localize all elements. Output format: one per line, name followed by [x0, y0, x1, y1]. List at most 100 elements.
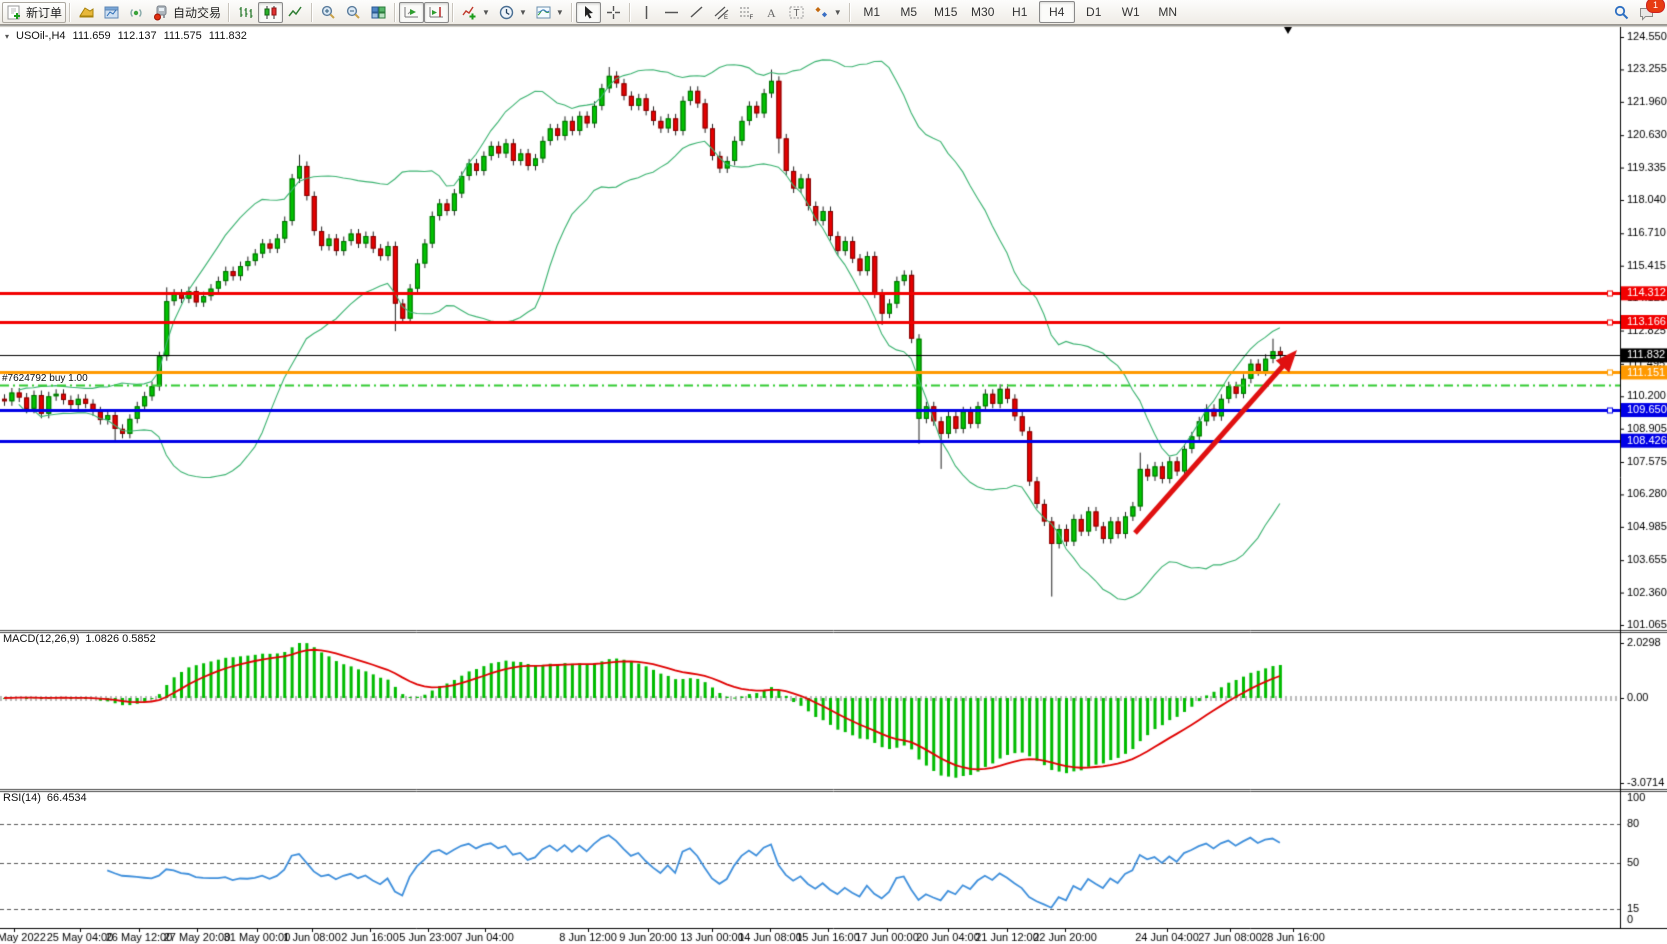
toolbar-separator	[394, 3, 396, 22]
rsi-value: 66.4534	[47, 792, 87, 804]
chart-title: ▾ USOil-,H4 111.659 112.137 111.575 111.…	[5, 30, 247, 42]
auto-scroll-icon	[403, 4, 420, 21]
tile-windows-button[interactable]	[366, 2, 391, 23]
zoom-in-button[interactable]	[316, 2, 341, 23]
navigator-icon	[103, 4, 120, 21]
macd-panel-divider[interactable]	[0, 628, 1667, 633]
templates-icon	[535, 4, 552, 21]
macd-indicator-label: MACD(12,26,9) 1.0826 0.5852	[3, 633, 156, 645]
market-watch-button[interactable]	[74, 2, 99, 23]
notification-count-badge[interactable]: 1	[1646, 0, 1665, 13]
timeframe-toolbar: M1M5M15M30H1H4D1W1MN	[854, 1, 1186, 23]
auto-scroll-button[interactable]	[399, 2, 424, 23]
mt4-window: 新订单 自动交易	[0, 0, 1667, 944]
toolbar-separator	[849, 3, 851, 22]
autotrading-label: 自动交易	[173, 4, 221, 21]
templates-button[interactable]: ▼	[531, 2, 568, 23]
rsi-name: RSI(14)	[3, 792, 41, 804]
vertical-line-button[interactable]	[634, 2, 659, 23]
autotrading-icon	[153, 4, 170, 21]
new-order-button[interactable]: 新订单	[2, 2, 66, 23]
autotrading-button[interactable]: 自动交易	[149, 2, 225, 23]
fibonacci-icon: F	[738, 4, 755, 21]
chevron-down-icon: ▼	[834, 8, 842, 17]
indicators-button[interactable]: ▼	[457, 2, 494, 23]
macd-name: MACD(12,26,9)	[3, 633, 79, 645]
chevron-down-icon: ▼	[556, 8, 564, 17]
navigator-button[interactable]	[99, 2, 124, 23]
text-button[interactable]: A	[759, 2, 784, 23]
arrows-shapes-icon	[813, 4, 830, 21]
market-watch-icon	[78, 4, 95, 21]
zoom-in-icon	[320, 4, 337, 21]
tab-timeframe-MN[interactable]: MN	[1150, 1, 1186, 23]
new-order-label: 新订单	[26, 4, 62, 21]
new-order-icon	[6, 4, 23, 21]
text-label-icon: T	[788, 4, 805, 21]
signals-button[interactable]	[124, 2, 149, 23]
ohlc-open: 111.659	[73, 30, 111, 42]
tab-timeframe-H1[interactable]: H1	[1002, 1, 1038, 23]
search-icon	[1613, 4, 1630, 21]
indicators-icon	[461, 4, 478, 21]
periods-clock-icon	[498, 4, 515, 21]
tab-timeframe-M5[interactable]: M5	[891, 1, 927, 23]
arrows-button[interactable]: ▼	[809, 2, 846, 23]
tab-timeframe-M30[interactable]: M30	[965, 1, 1001, 23]
toolbar-separator	[629, 3, 631, 22]
text-label-button[interactable]: T	[784, 2, 809, 23]
signals-icon	[128, 4, 145, 21]
tab-timeframe-M15[interactable]: M15	[928, 1, 964, 23]
chart-shift-button[interactable]	[424, 2, 449, 23]
cursor-icon	[580, 4, 597, 21]
fibonacci-button[interactable]: F	[734, 2, 759, 23]
chevron-down-icon: ▼	[519, 8, 527, 17]
horizontal-line-icon	[663, 4, 680, 21]
tab-timeframe-H4[interactable]: H4	[1039, 1, 1075, 23]
svg-text:F: F	[749, 15, 753, 21]
equidistant-channel-icon: E	[713, 4, 730, 21]
trendline-button[interactable]	[684, 2, 709, 23]
tile-windows-icon	[370, 4, 387, 21]
toolbar-separator	[69, 3, 71, 22]
toolbar-separator	[311, 3, 313, 22]
price-chart-canvas[interactable]	[0, 0, 1667, 944]
bar-chart-icon	[237, 4, 254, 21]
vertical-line-icon	[638, 4, 655, 21]
order-line-label: #7624792 buy 1.00	[2, 373, 88, 384]
notifications-container: 1	[1634, 2, 1659, 23]
svg-text:A: A	[767, 6, 776, 20]
svg-text:T: T	[793, 8, 799, 19]
search-button[interactable]	[1609, 2, 1634, 23]
bar-chart-button[interactable]	[233, 2, 258, 23]
toolbar-separator	[571, 3, 573, 22]
macd-values: 1.0826 0.5852	[85, 633, 155, 645]
cursor-button[interactable]	[576, 2, 601, 23]
periods-button[interactable]: ▼	[494, 2, 531, 23]
candlestick-chart-icon	[262, 4, 279, 21]
equidistant-channel-button[interactable]: E	[709, 2, 734, 23]
line-chart-icon	[287, 4, 304, 21]
zoom-out-icon	[345, 4, 362, 21]
rsi-indicator-label: RSI(14) 66.4534	[3, 792, 87, 804]
ohlc-low: 111.575	[164, 30, 202, 42]
toolbar-separator	[228, 3, 230, 22]
main-toolbar: 新订单 自动交易	[0, 0, 1667, 25]
line-chart-button[interactable]	[283, 2, 308, 23]
tab-timeframe-M1[interactable]: M1	[854, 1, 890, 23]
horizontal-line-button[interactable]	[659, 2, 684, 23]
symbol-marker-icon: ▾	[5, 32, 9, 41]
ohlc-high: 112.137	[118, 30, 157, 42]
candlestick-chart-button[interactable]	[258, 2, 283, 23]
chart-shift-icon	[428, 4, 445, 21]
text-a-icon: A	[763, 4, 780, 21]
toolbar-separator	[452, 3, 454, 22]
rsi-panel-divider[interactable]	[0, 787, 1667, 792]
chevron-down-icon: ▼	[482, 8, 490, 17]
symbol-timeframe-label: USOil-,H4	[16, 30, 66, 42]
trendline-icon	[688, 4, 705, 21]
tab-timeframe-W1[interactable]: W1	[1113, 1, 1149, 23]
tab-timeframe-D1[interactable]: D1	[1076, 1, 1112, 23]
crosshair-button[interactable]	[601, 2, 626, 23]
zoom-out-button[interactable]	[341, 2, 366, 23]
